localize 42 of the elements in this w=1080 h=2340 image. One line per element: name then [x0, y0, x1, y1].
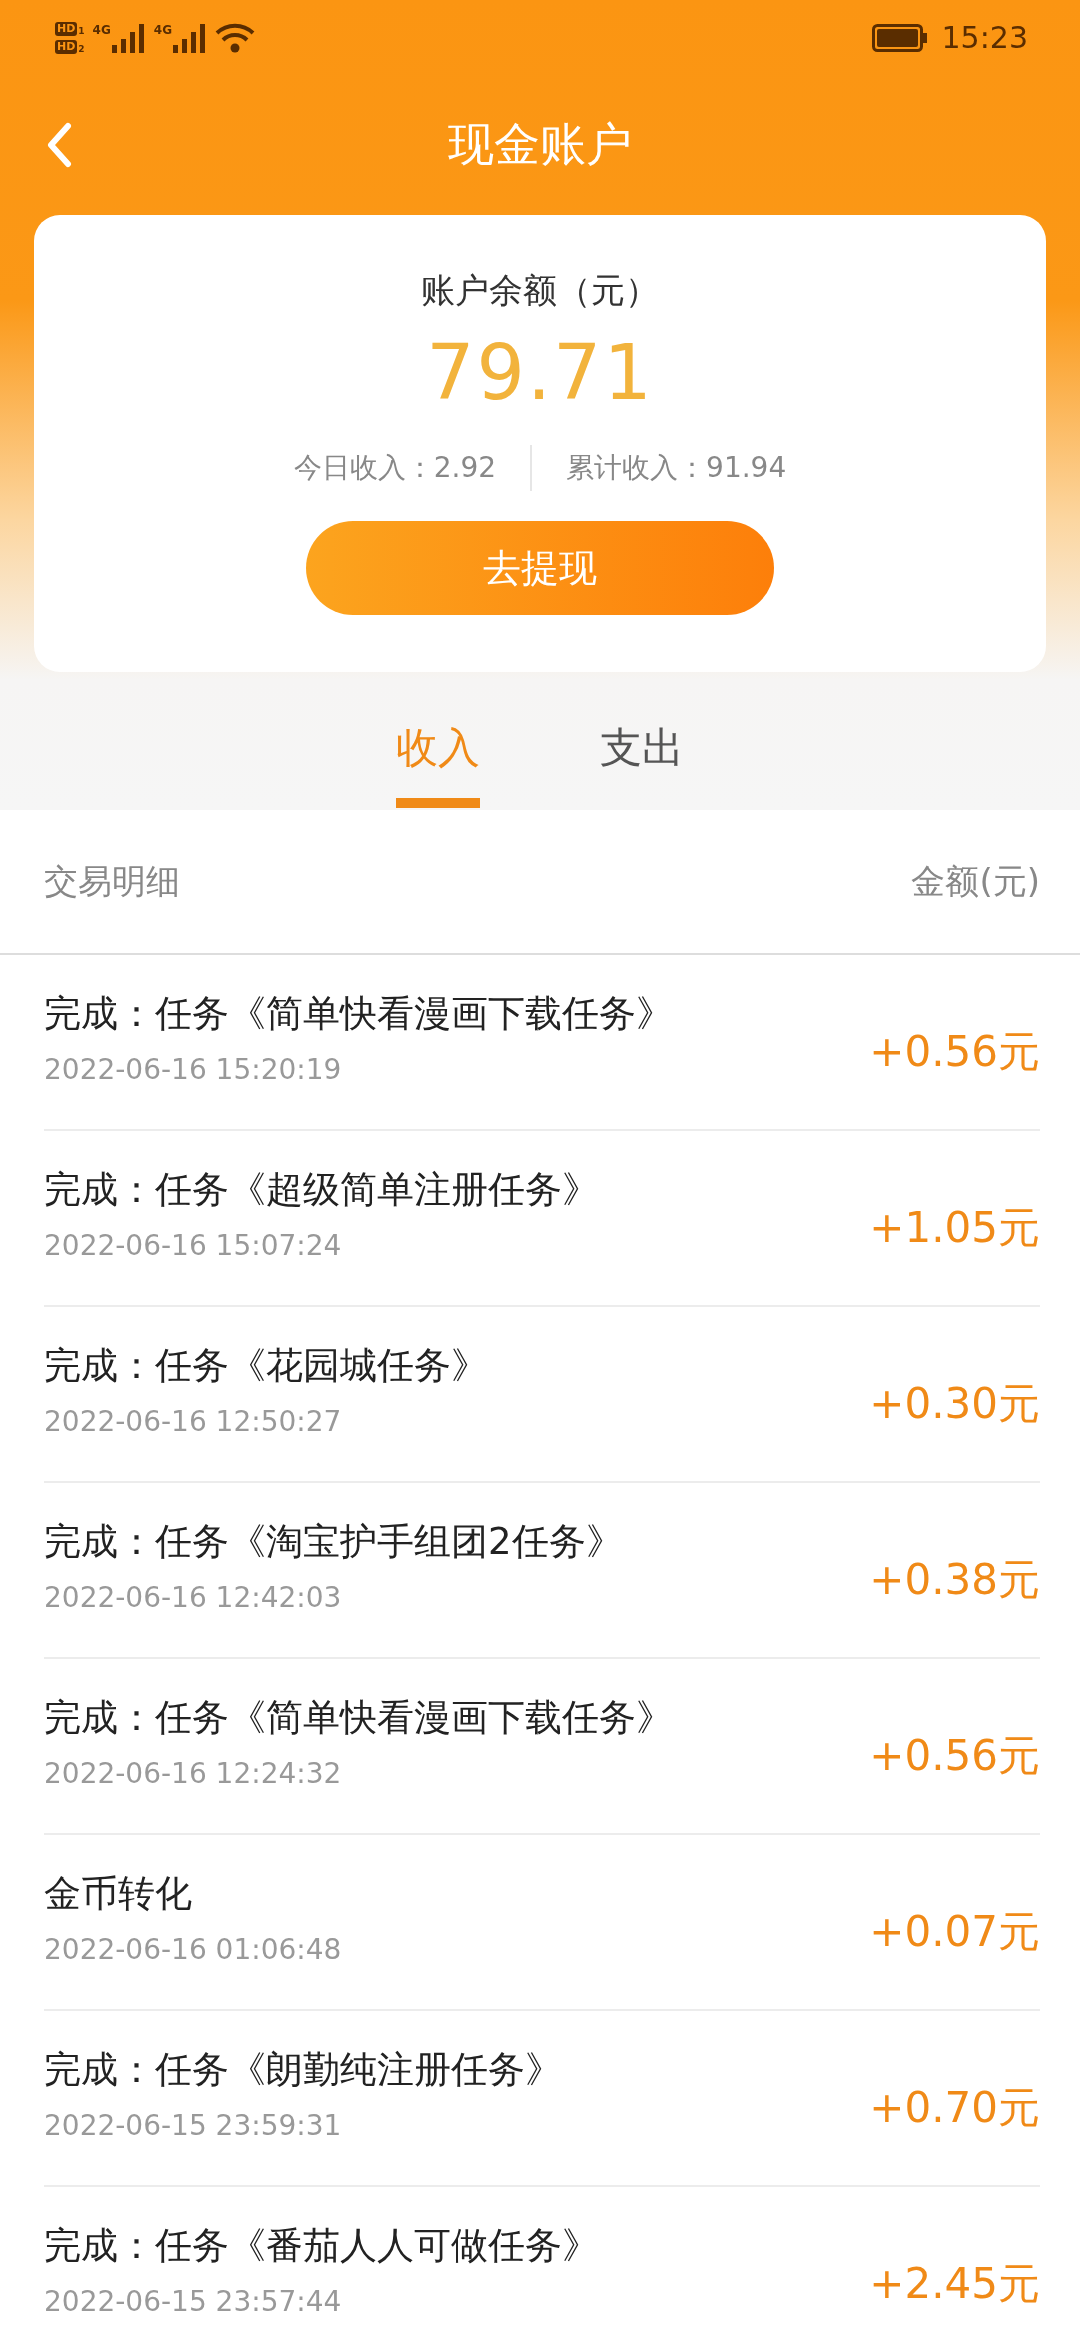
transaction-amount: +1.05元	[869, 1202, 1040, 1254]
transaction-time: 2022-06-16 12:24:32	[44, 1756, 343, 1790]
page-title: 现金账户	[448, 116, 632, 173]
transaction-amount: +0.56元	[869, 1026, 1040, 1078]
transaction-time: 2022-06-16 12:50:27	[44, 1404, 343, 1438]
total-income: 累计收入：91.94	[566, 450, 787, 486]
transaction-time: 2022-06-16 12:42:03	[44, 1580, 343, 1614]
transaction-title: 完成：任务《简单快看漫画下载任务》	[44, 990, 673, 1037]
transaction-title: 完成：任务《花园城任务》	[44, 1342, 488, 1389]
tab[interactable]: 收入	[396, 712, 480, 808]
transaction-time: 2022-06-15 23:59:31	[44, 2108, 343, 2142]
transaction-amount: +0.70元	[869, 2082, 1040, 2134]
signal-icon	[111, 22, 146, 53]
wifi-icon	[215, 21, 255, 54]
amount-heading: 金额(元)	[911, 859, 1040, 903]
balance-label: 账户余额（元）	[421, 269, 659, 312]
transaction-time: 2022-06-16 15:07:24	[44, 1228, 343, 1262]
list-heading: 交易明细	[44, 859, 180, 903]
network-label: 4G	[153, 22, 172, 37]
status-time: 15:23	[941, 20, 1028, 55]
signal-icon	[173, 22, 207, 53]
transaction-amount: +2.45元	[869, 2258, 1040, 2310]
transaction-title: 金币转化	[44, 1870, 193, 1917]
transaction-title: 完成：任务《简单快看漫画下载任务》	[44, 1694, 673, 1741]
transaction-title: 完成：任务《朗勤纯注册任务》	[44, 2046, 562, 2093]
tab[interactable]: 支出	[600, 712, 684, 808]
battery-icon	[871, 23, 928, 52]
transaction-amount: +0.30元	[869, 1378, 1040, 1430]
today-income: 今日收入：2.92	[293, 450, 497, 486]
transaction-time: 2022-06-15 23:57:44	[44, 2284, 343, 2318]
transaction-time: 2022-06-16 01:06:48	[44, 1932, 342, 1966]
transaction-amount: +0.38元	[869, 1554, 1040, 1606]
transaction-time: 2022-06-16 15:20:19	[44, 1052, 343, 1086]
transaction-title: 完成：任务《番茄人人可做任务》	[44, 2222, 599, 2269]
network-label: 4G	[92, 22, 111, 37]
balance-amount: 79.71	[426, 327, 654, 419]
transaction-title: 完成：任务《超级简单注册任务》	[44, 1166, 599, 1213]
back-icon[interactable]	[46, 122, 72, 168]
transaction-title: 完成：任务《淘宝护手组团2任务》	[44, 1518, 623, 1565]
withdraw-button[interactable]: 去提现	[306, 521, 774, 615]
transaction-amount: +0.56元	[869, 1730, 1040, 1782]
transaction-amount: +0.07元	[869, 1906, 1040, 1958]
